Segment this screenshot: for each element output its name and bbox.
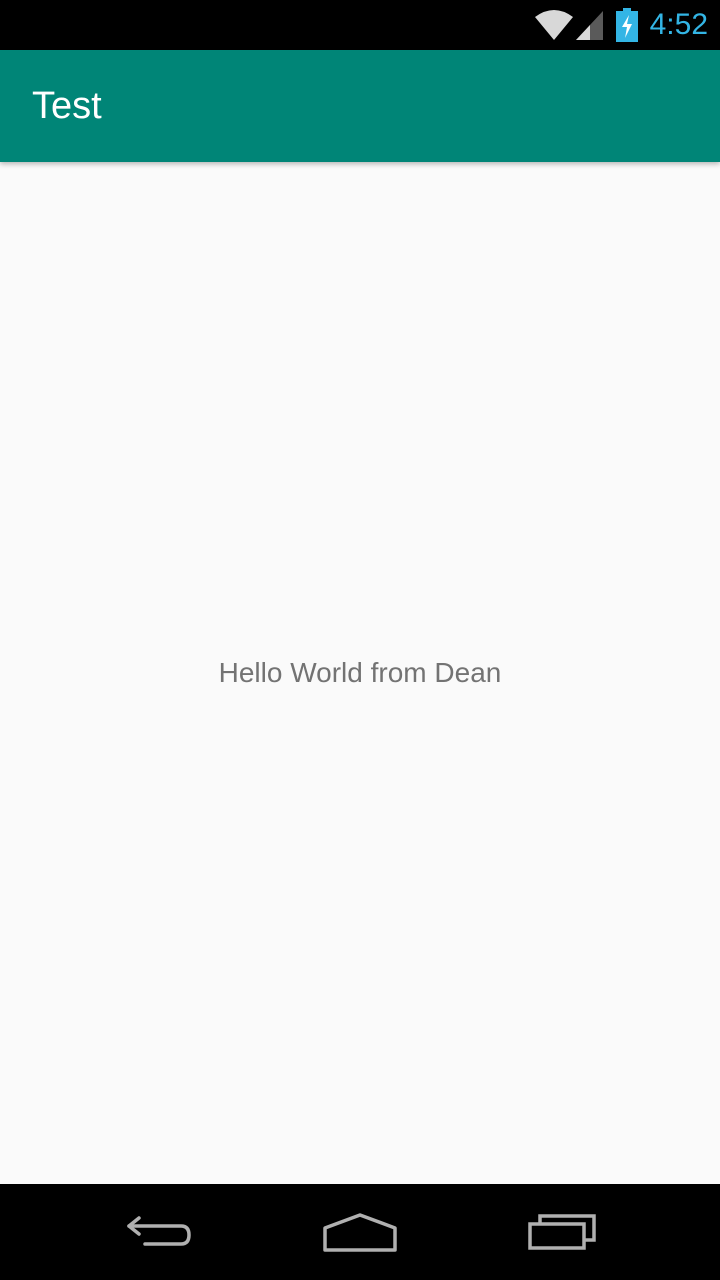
back-icon (127, 1216, 191, 1246)
home-button[interactable] (290, 1184, 430, 1280)
status-bar: 4:52 (0, 0, 720, 50)
status-icons: 4:52 (534, 0, 708, 50)
navigation-bar (0, 1184, 720, 1280)
signal-icon (575, 11, 603, 40)
back-button[interactable] (90, 1184, 230, 1280)
status-clock: 4:52 (649, 8, 708, 41)
recents-button[interactable] (492, 1184, 632, 1280)
app-bar: Test (0, 50, 720, 162)
hello-world-text: Hello World from Dean (218, 657, 502, 688)
recents-icon (528, 1214, 596, 1250)
main-content: Hello World from Dean (0, 162, 720, 1184)
home-icon (323, 1213, 397, 1252)
wifi-icon (534, 10, 573, 40)
battery-charging-icon (615, 8, 638, 42)
app-title: Test (32, 85, 102, 127)
